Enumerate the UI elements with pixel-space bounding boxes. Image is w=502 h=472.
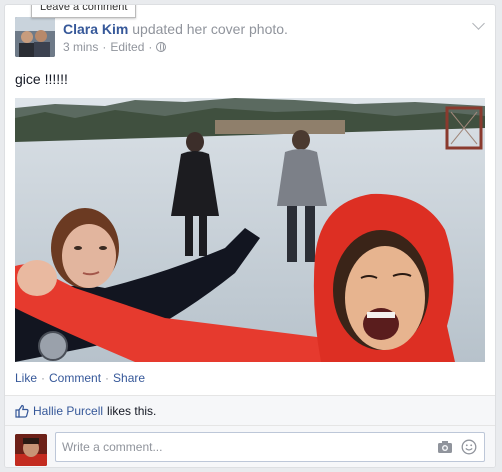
post-text: gice !!!!!! [15,71,68,87]
action-separator: · [105,371,110,385]
post-timestamp[interactable]: 3 mins [63,40,98,54]
likes-suffix: likes this. [107,403,157,418]
thumbs-up-icon [15,404,29,418]
meta-separator: · [148,40,153,54]
post-actions: Like · Comment · Share [15,371,145,385]
chevron-down-icon[interactable] [472,17,485,30]
post-header: Clara Kim updated her cover photo. [63,20,288,38]
author-avatar[interactable] [15,17,55,57]
post-action-text: updated her cover photo. [132,21,288,37]
liker-name-link[interactable]: Hallie Purcell [33,404,103,418]
comment-composer [5,425,495,467]
globe-icon[interactable] [156,42,167,52]
action-separator: · [41,371,46,385]
comment-link[interactable]: Comment [49,371,101,385]
emoji-icon[interactable] [461,439,477,455]
author-name-link[interactable]: Clara Kim [63,21,128,37]
edited-link[interactable]: Edited [110,40,144,54]
commenter-avatar [15,434,47,466]
likes-summary: Hallie Purcell likes this. [5,395,495,425]
cover-photo[interactable] [15,98,485,362]
post-card: Leave a comment Clara Kim updated her co… [4,4,496,468]
tooltip: Leave a comment [31,5,137,18]
meta-separator: · [102,40,107,54]
post-meta: 3 mins · Edited · [63,40,167,54]
like-link[interactable]: Like [15,371,37,385]
comment-input[interactable] [55,432,485,462]
share-link[interactable]: Share [113,371,145,385]
camera-icon[interactable] [437,440,453,454]
